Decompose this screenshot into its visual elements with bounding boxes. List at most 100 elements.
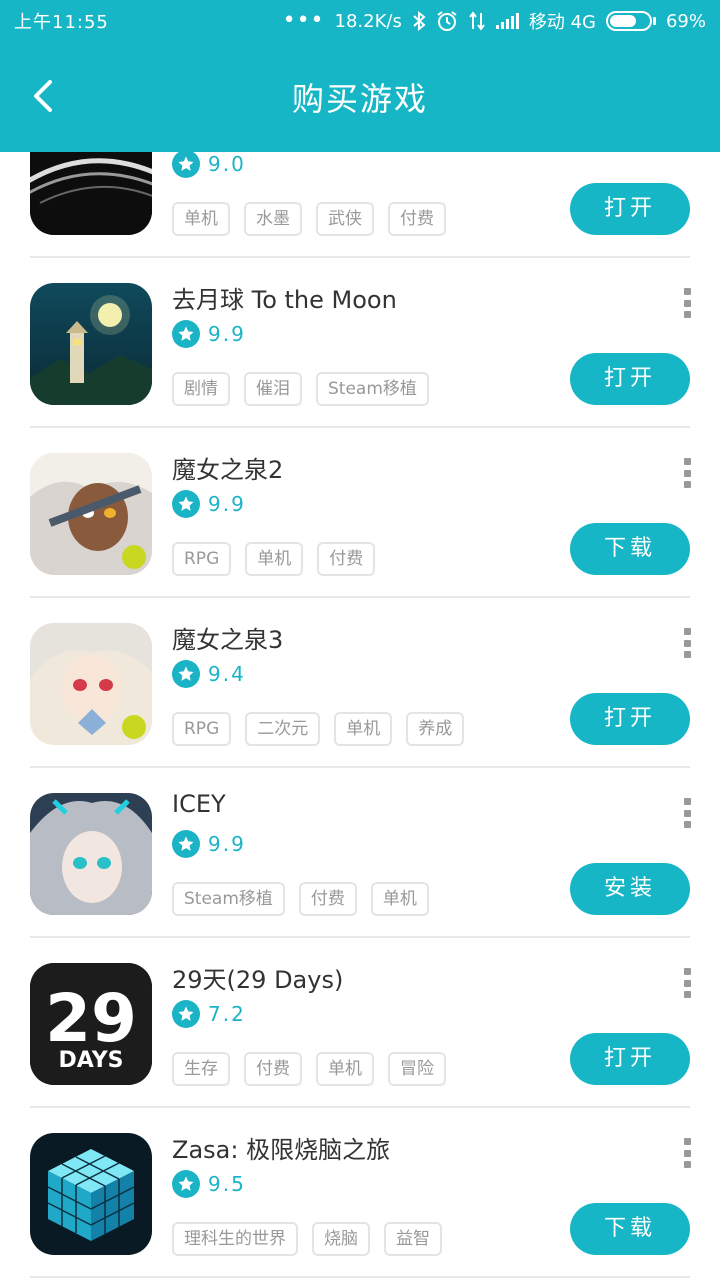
more-options-icon[interactable] (684, 458, 692, 488)
status-bar: 上午11:55 ••• 18.2K/s 移动 4G 69% (0, 0, 720, 40)
tag: 付费 (388, 202, 446, 236)
open-button[interactable]: 打开 (570, 693, 690, 745)
tag-list: RPG 二次元 单机 养成 (172, 712, 465, 746)
tag-list: Steam移植 付费 单机 (172, 882, 429, 916)
tag: 烧脑 (312, 1222, 370, 1256)
signal-icon (495, 13, 519, 29)
bluetooth-icon (413, 11, 426, 31)
rating: 9.0 (172, 150, 246, 178)
game-score: 9.5 (208, 1172, 246, 1196)
cube-puzzle-game-icon (30, 1133, 152, 1255)
list-item[interactable]: Zasa: 极限烧脑之旅 9.5 理科生的世界 烧脑 益智 下载 (0, 1108, 720, 1278)
tag: RPG (172, 542, 232, 576)
star-icon (172, 830, 200, 858)
tag: 付费 (298, 882, 357, 916)
list-item[interactable]: 29 DAYS 29天(29 Days) 7.2 生存 付费 单机 冒险 打开 (0, 938, 720, 1108)
game-score: 9.0 (208, 152, 246, 176)
game-list: 9.0 单机 水墨 武侠 付费 打开 去月球 To the Moon 9.9 剧… (0, 0, 720, 1280)
more-options-icon[interactable] (684, 288, 692, 318)
rating: 9.9 (172, 490, 246, 518)
list-item[interactable]: 去月球 To the Moon 9.9 剧情 催泪 Steam移植 打开 (0, 258, 720, 428)
tag: 生存 (172, 1052, 230, 1086)
icon-number: 29 (45, 980, 137, 1057)
tag: 理科生的世界 (172, 1222, 298, 1256)
more-options-icon[interactable] (684, 628, 692, 658)
tag-list: RPG 单机 付费 (172, 542, 376, 576)
status-right: ••• 18.2K/s 移动 4G 69% (283, 8, 706, 34)
app-header: 上午11:55 ••• 18.2K/s 移动 4G 69% 购买游戏 (0, 0, 720, 152)
game-name: 去月球 To the Moon (172, 286, 397, 314)
tag: 付费 (317, 542, 376, 576)
anime-witch-game-icon (30, 623, 152, 745)
tag: 冒险 (388, 1052, 446, 1086)
install-button[interactable]: 安装 (570, 863, 690, 915)
tag: 付费 (244, 1052, 302, 1086)
download-button[interactable]: 下载 (570, 1203, 690, 1255)
tag: 益智 (384, 1222, 442, 1256)
list-item[interactable]: ICEY 9.9 Steam移植 付费 单机 安装 (0, 768, 720, 938)
open-button[interactable]: 打开 (570, 183, 690, 235)
tag: Steam移植 (316, 372, 429, 406)
battery-icon (605, 11, 656, 31)
icey-girl-game-icon (30, 793, 152, 915)
star-icon (172, 490, 200, 518)
star-icon (172, 660, 200, 688)
tag: 单机 (172, 202, 230, 236)
tag: 单机 (334, 712, 393, 746)
more-options-icon[interactable] (684, 968, 692, 998)
lighthouse-moon-game-icon (30, 283, 152, 405)
tag-list: 理科生的世界 烧脑 益智 (172, 1222, 442, 1256)
list-item[interactable]: 魔女之泉2 9.9 RPG 单机 付费 下载 (0, 428, 720, 598)
rating: 7.2 (172, 1000, 246, 1028)
rating: 9.4 (172, 660, 246, 688)
open-button[interactable]: 打开 (570, 1033, 690, 1085)
game-score: 9.9 (208, 492, 246, 516)
game-score: 9.9 (208, 322, 246, 346)
tag: 武侠 (316, 202, 374, 236)
more-dots-icon: ••• (282, 8, 325, 33)
tag: 催泪 (244, 372, 302, 406)
tag: 二次元 (245, 712, 321, 746)
network-speed: 18.2K/s (334, 10, 402, 32)
game-score: 9.4 (208, 662, 246, 686)
icon-label: DAYS (59, 1048, 124, 1073)
star-icon (172, 150, 200, 178)
alarm-icon (437, 11, 457, 31)
anime-witch-game-icon (30, 453, 152, 575)
game-name: 魔女之泉3 (172, 626, 284, 654)
tag: 养成 (406, 712, 465, 746)
game-name: Zasa: 极限烧脑之旅 (172, 1136, 391, 1164)
rating: 9.5 (172, 1170, 246, 1198)
star-icon (172, 1000, 200, 1028)
data-transfer-icon (469, 11, 485, 31)
tag: Steam移植 (172, 882, 285, 916)
more-options-icon[interactable] (684, 1138, 692, 1168)
tag-list: 生存 付费 单机 冒险 (172, 1052, 446, 1086)
divider (30, 1276, 690, 1278)
list-item[interactable]: 魔女之泉3 9.4 RPG 二次元 单机 养成 打开 (0, 598, 720, 768)
tag-list: 单机 水墨 武侠 付费 (172, 202, 446, 236)
page-title: 购买游戏 (291, 80, 428, 118)
tag: 单机 (370, 882, 429, 916)
game-score: 7.2 (208, 1002, 246, 1026)
battery-percent: 69% (665, 10, 706, 32)
29-days-game-icon: 29 DAYS (30, 963, 152, 1085)
more-options-icon[interactable] (684, 798, 692, 828)
tag: 水墨 (244, 202, 302, 236)
game-name: 魔女之泉2 (172, 456, 284, 484)
tag: 剧情 (172, 372, 230, 406)
tag: 单机 (245, 542, 304, 576)
tag: 单机 (316, 1052, 374, 1086)
carrier-label: 移动 4G (528, 12, 596, 33)
rating: 9.9 (172, 320, 246, 348)
star-icon (172, 1170, 200, 1198)
open-button[interactable]: 打开 (570, 353, 690, 405)
rating: 9.9 (172, 830, 246, 858)
game-name: 29天(29 Days) (172, 966, 344, 994)
status-time: 上午11:55 (14, 12, 109, 33)
tag-list: 剧情 催泪 Steam移植 (172, 372, 429, 406)
star-icon (172, 320, 200, 348)
game-name: ICEY (172, 790, 226, 818)
tag: RPG (172, 712, 232, 746)
download-button[interactable]: 下载 (570, 523, 690, 575)
